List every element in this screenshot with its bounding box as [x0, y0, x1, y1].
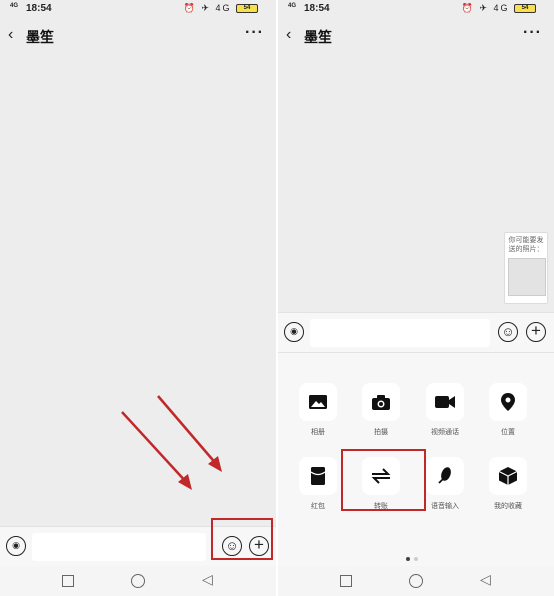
- battery-icon: 54: [514, 4, 536, 14]
- back-key-icon[interactable]: ◁: [202, 571, 213, 588]
- chat-input-bar: ◉ ☺ +: [278, 312, 554, 352]
- home-key-icon[interactable]: [131, 574, 145, 588]
- camera-icon: [362, 383, 400, 421]
- tile-label: 视频通话: [431, 429, 459, 436]
- annotation-arrows: [121, 395, 222, 490]
- page-dot-active[interactable]: [406, 557, 410, 561]
- favorites-button[interactable]: 我的收藏: [489, 457, 527, 511]
- back-icon[interactable]: ‹: [8, 25, 13, 45]
- recents-key-icon[interactable]: [62, 575, 74, 587]
- video-call-icon: [426, 383, 464, 421]
- suggested-photo-text: 你可能要发送的照片：: [508, 237, 544, 253]
- tile-label: 我的收藏: [494, 503, 522, 510]
- back-icon[interactable]: ‹: [286, 25, 291, 45]
- tile-label: 位置: [501, 429, 515, 436]
- location-icon: [489, 383, 527, 421]
- right-phone-screen: 4G 18:54 ⏰ ✈ 4G 54 ‹ 墨笙 ··· 你可能要发送的照片： ◉…: [278, 0, 554, 596]
- status-bar: 4G 18:54 ⏰ ✈ 4G 54: [0, 0, 276, 18]
- favorites-icon: [489, 457, 527, 495]
- album-button[interactable]: 相册: [299, 383, 337, 437]
- tile-label: 拍摄: [374, 429, 388, 436]
- voice-icon[interactable]: ◉: [6, 536, 26, 556]
- system-nav-bar: ◁: [278, 566, 554, 596]
- more-icon[interactable]: ···: [245, 24, 264, 42]
- page-dot[interactable]: [414, 557, 418, 561]
- plus-icon[interactable]: +: [526, 322, 546, 342]
- chat-title: 墨笙: [26, 29, 54, 45]
- microphone-icon: [426, 457, 464, 495]
- suggested-photo-popup[interactable]: 你可能要发送的照片：: [504, 232, 548, 304]
- highlight-box: [211, 518, 273, 560]
- arrow-line: [157, 395, 219, 467]
- message-input[interactable]: [310, 319, 490, 347]
- back-key-icon[interactable]: ◁: [480, 571, 491, 588]
- voice-icon[interactable]: ◉: [284, 322, 304, 342]
- message-input[interactable]: [32, 533, 206, 561]
- video-call-button[interactable]: 视频通话: [426, 383, 464, 437]
- camera-button[interactable]: 拍摄: [362, 383, 400, 437]
- image-icon: [299, 383, 337, 421]
- tile-label: 语音输入: [431, 503, 459, 510]
- red-packet-icon: [299, 457, 337, 495]
- emoji-icon[interactable]: ☺: [498, 322, 518, 342]
- more-functions-panel: 相册 拍摄 视频通话 位置 红包 转账 语音输入 我的收藏: [278, 352, 554, 566]
- recents-key-icon[interactable]: [340, 575, 352, 587]
- screenshot-composite: 4G 18:54 ⏰ ✈ 4G 54 ‹ 墨笙 ··· ◉ ☺ + ◁ 4G 1…: [0, 0, 554, 596]
- tile-label: 红包: [311, 503, 325, 510]
- system-nav-bar: ◁: [0, 566, 276, 596]
- tile-label: 相册: [311, 429, 325, 436]
- voice-input-button[interactable]: 语音输入: [426, 457, 464, 511]
- arrow-line: [121, 411, 189, 485]
- left-phone-screen: 4G 18:54 ⏰ ✈ 4G 54 ‹ 墨笙 ··· ◉ ☺ + ◁: [0, 0, 276, 596]
- red-packet-button[interactable]: 红包: [299, 457, 337, 511]
- highlight-box: [341, 449, 426, 511]
- status-bar: 4G 18:54 ⏰ ✈ 4G 54: [278, 0, 554, 18]
- status-time: 18:54: [26, 3, 52, 14]
- signal-icon: 4G: [10, 3, 19, 9]
- chat-header: ‹ 墨笙 ···: [278, 22, 554, 50]
- chat-title: 墨笙: [304, 29, 332, 45]
- page-indicator: [404, 548, 420, 566]
- status-icons: ⏰ ✈ 4G 54: [462, 3, 536, 14]
- home-key-icon[interactable]: [409, 574, 423, 588]
- signal-icon: 4G: [288, 3, 297, 9]
- battery-icon: 54: [236, 4, 258, 14]
- more-icon[interactable]: ···: [523, 24, 542, 42]
- location-button[interactable]: 位置: [489, 383, 527, 437]
- chat-header: ‹ 墨笙 ···: [0, 22, 276, 50]
- suggested-photo-thumbnail[interactable]: [508, 258, 546, 296]
- status-time: 18:54: [304, 3, 330, 14]
- status-icons: ⏰ ✈ 4G 54: [184, 3, 258, 14]
